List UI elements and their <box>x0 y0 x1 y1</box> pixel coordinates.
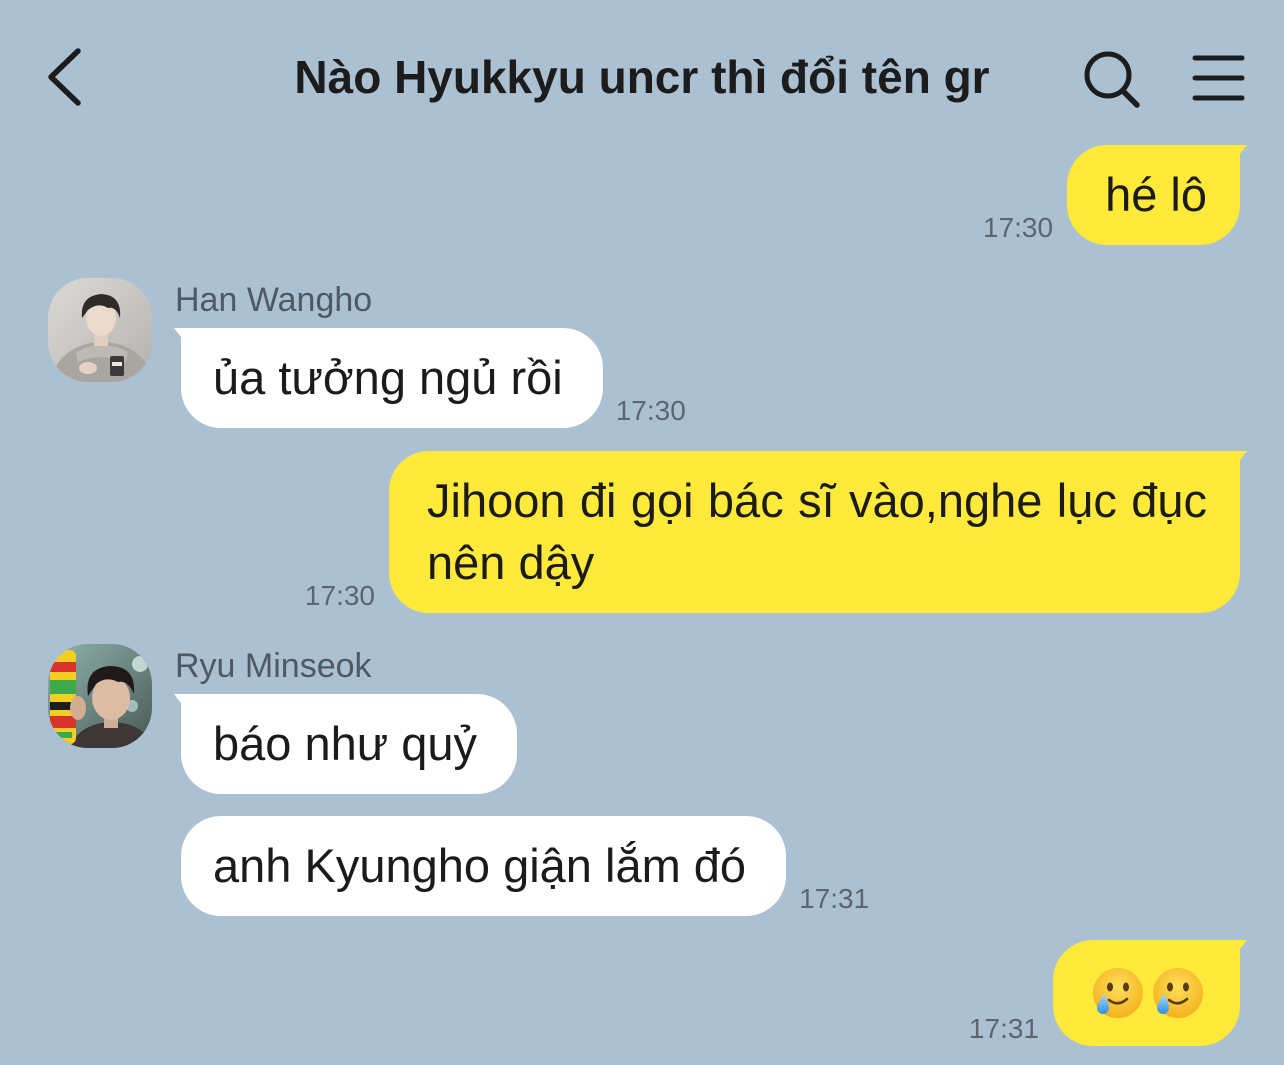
message-row: ủa tưởng ngủ rồi 17:30 <box>181 328 686 428</box>
message-timestamp: 17:31 <box>968 1013 1039 1044</box>
message-row: báo như quỷ <box>181 694 518 794</box>
smiling-face-with-tear-icon <box>1093 968 1143 1018</box>
message-timestamp: 17:30 <box>304 580 375 611</box>
message-timestamp: 17:31 <box>799 883 870 914</box>
message-row: 17:31 <box>969 940 1240 1046</box>
message-bubble[interactable]: báo như quỷ <box>181 694 518 794</box>
sender-name: Ryu Minseok <box>175 647 372 685</box>
profile-photo-icon <box>48 644 152 748</box>
message-timestamp: 17:30 <box>615 395 686 426</box>
emoji-group <box>1091 966 1205 1020</box>
message-bubble[interactable]: ủa tưởng ngủ rồi <box>181 328 603 428</box>
sender-name: Han Wangho <box>175 281 373 319</box>
smiling-face-with-tear-icon <box>1153 968 1203 1018</box>
message-bubble[interactable]: Jihoon đi gọi bác sĩ vào,nghe lục đục nê… <box>389 451 1240 613</box>
chat-area: 17:30 hé lô Han Wangho ủa tưởng ngủ rồi … <box>0 0 1284 1065</box>
message-bubble[interactable]: anh Kyungho giận lắm đó <box>181 816 787 916</box>
avatar[interactable] <box>48 644 152 748</box>
message-bubble[interactable]: hé lô <box>1067 145 1240 245</box>
message-row: 17:30 Jihoon đi gọi bác sĩ vào,nghe lục … <box>305 451 1240 613</box>
message-timestamp: 17:30 <box>983 212 1054 243</box>
profile-photo-icon <box>48 278 152 382</box>
message-bubble[interactable] <box>1053 940 1240 1046</box>
avatar[interactable] <box>48 278 152 382</box>
message-row: anh Kyungho giận lắm đó 17:31 <box>181 816 869 916</box>
message-row: 17:30 hé lô <box>983 145 1240 245</box>
